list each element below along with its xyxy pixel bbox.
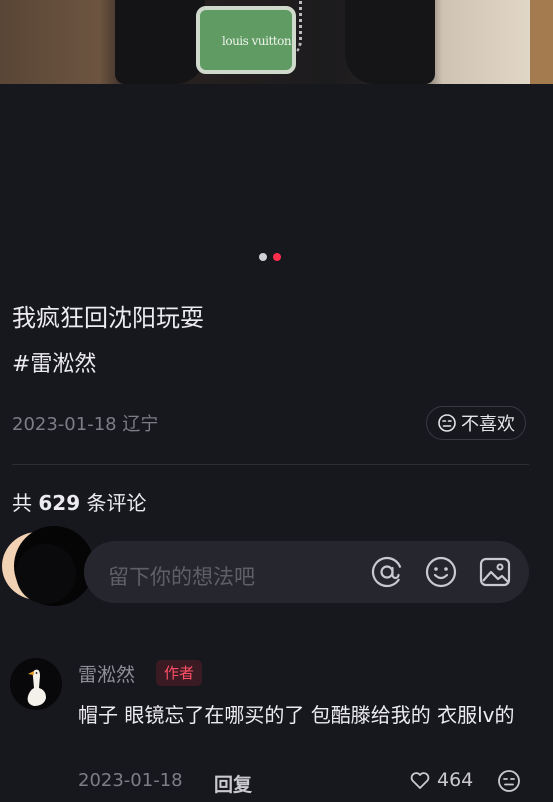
comment-count-number: 629 [38, 491, 81, 515]
carousel-indicator [259, 253, 281, 261]
comment-date: 2023-01-18 [78, 770, 183, 791]
section-divider [12, 464, 529, 465]
heart-icon [410, 772, 430, 789]
carousel-dot-1[interactable] [259, 253, 267, 261]
comment-author-avatar[interactable] [10, 658, 62, 710]
image-bag: louis vuitton [196, 6, 296, 74]
dislike-button[interactable]: 不喜欢 [426, 406, 526, 440]
comment-input-placeholder[interactable]: 留下你的想法吧 [108, 561, 255, 591]
post-date-location: 2023-01-18 辽宁 [12, 414, 159, 435]
dislike-face-icon [438, 414, 456, 432]
author-badge: 作者 [156, 660, 203, 686]
emoji-icon[interactable] [424, 555, 458, 589]
dislike-label: 不喜欢 [461, 414, 515, 435]
post-hashtag[interactable]: #雷淞然 [12, 346, 96, 378]
post-title: 我疯狂回沈阳玩耍 [12, 304, 204, 332]
comment-like-count: 464 [437, 769, 474, 791]
goose-icon [27, 669, 46, 706]
comment-count: 共 629 条评论 [12, 487, 146, 516]
reply-button[interactable]: 回复 [214, 770, 252, 797]
comment-count-prefix: 共 [12, 491, 32, 515]
comment-count-suffix: 条评论 [86, 491, 147, 515]
image-door-frame [530, 0, 553, 84]
image-jacket-right [345, 0, 435, 84]
image-icon[interactable] [478, 555, 512, 589]
comment-dislike-icon[interactable] [496, 768, 522, 794]
carousel-dot-2-active[interactable] [273, 253, 281, 261]
post-image[interactable]: louis vuitton [0, 0, 553, 84]
comment-text[interactable]: 帽子 眼镜忘了在哪买的了 包酷滕给我的 衣服lv的 [78, 700, 533, 731]
image-jacket-left [115, 0, 205, 84]
image-bag-brand: louis vuitton [222, 34, 292, 48]
comment-like-button[interactable]: 464 [408, 768, 473, 792]
comment-author-name[interactable]: 雷淞然 [78, 660, 135, 687]
at-icon[interactable] [370, 555, 404, 589]
